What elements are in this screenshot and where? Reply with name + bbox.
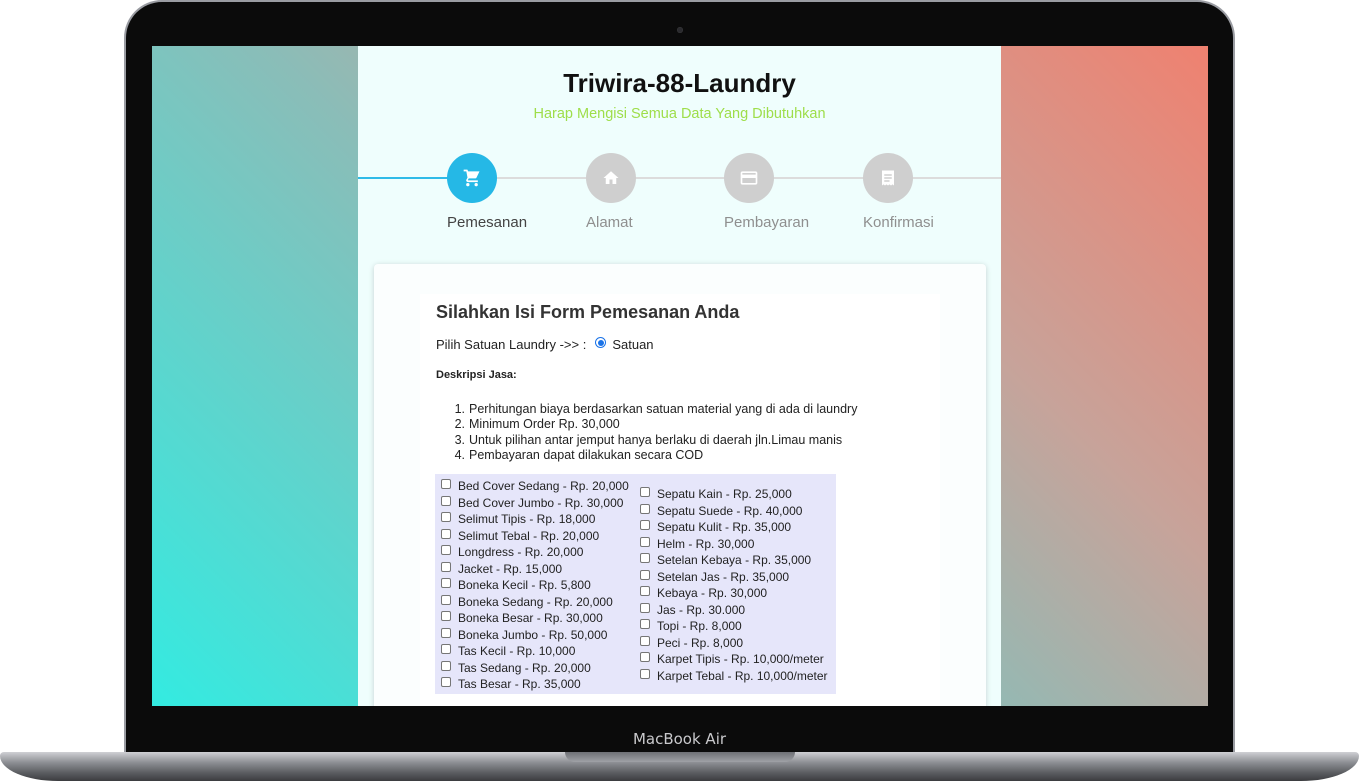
rule-item: 3. Untuk pilihan antar jemput hanya berla… — [454, 432, 843, 447]
home-icon — [603, 171, 619, 184]
item-checkbox-row[interactable]: Karpet Tebal - Rp. 10,000/meter — [640, 668, 828, 685]
step-label-alamat[interactable]: Alamat — [586, 214, 633, 231]
items-column-right: Sepatu Kain - Rp. 25,000 Sepatu Suede - … — [640, 486, 828, 684]
checkbox[interactable] — [640, 520, 650, 531]
site-subtitle: Harap Mengisi Semua Data Yang Dibutuhkan — [533, 106, 826, 122]
step-alamat[interactable] — [586, 153, 636, 203]
item-checkbox-row[interactable]: Selimut Tebal - Rp. 20,000 — [441, 528, 629, 545]
checkbox[interactable] — [441, 594, 451, 605]
item-checkbox-row[interactable]: Bed Cover Sedang - Rp. 20,000 — [441, 478, 629, 495]
checkbox[interactable] — [640, 586, 650, 597]
checkbox[interactable] — [441, 611, 451, 622]
step-pembayaran[interactable] — [724, 153, 774, 203]
item-checkbox-row[interactable]: Sepatu Kain - Rp. 25,000 — [640, 486, 828, 503]
checkbox[interactable] — [441, 660, 451, 671]
checkbox[interactable] — [640, 619, 650, 630]
unit-radio-satuan[interactable] — [595, 337, 607, 348]
item-checkbox-row[interactable]: Topi - Rp. 8,000 — [640, 618, 828, 635]
form-title: Silahkan Isi Form Pemesanan Anda — [436, 302, 740, 322]
checkbox[interactable] — [441, 578, 451, 589]
site-title: Triwira-88-Laundry — [563, 68, 796, 98]
item-checkbox-row[interactable]: Helm - Rp. 30,000 — [640, 536, 828, 553]
checkbox[interactable] — [441, 528, 451, 539]
checkbox[interactable] — [640, 652, 650, 663]
items-column-left: Bed Cover Sedang - Rp. 20,000 Bed Cover … — [441, 478, 629, 693]
screen: Triwira-88-Laundry Harap Mengisi Semua D… — [152, 46, 1208, 706]
item-checkbox-row[interactable]: Selimut Tipis - Rp. 18,000 — [441, 511, 629, 528]
item-checkbox-row[interactable]: Boneka Besar - Rp. 30,000 — [441, 610, 629, 627]
cart-icon — [463, 169, 480, 187]
checkbox[interactable] — [640, 569, 650, 580]
checkbox[interactable] — [441, 561, 451, 572]
item-checkbox-row[interactable]: Jas - Rp. 30.000 — [640, 602, 828, 619]
item-checkbox-row[interactable]: Boneka Jumbo - Rp. 50,000 — [441, 627, 629, 644]
checkbox[interactable] — [441, 512, 451, 523]
item-checkbox-row[interactable]: Sepatu Kulit - Rp. 35,000 — [640, 519, 828, 536]
step-label-pembayaran[interactable]: Pembayaran — [724, 214, 809, 231]
item-checkbox-row[interactable]: Setelan Jas - Rp. 35,000 — [640, 569, 828, 586]
service-description-label: Deskripsi Jasa: — [436, 369, 517, 381]
laptop-opening-notch — [565, 752, 795, 762]
item-checkbox-row[interactable]: Tas Kecil - Rp. 10,000 — [441, 643, 629, 660]
checkbox[interactable] — [640, 487, 650, 498]
item-checkbox-row[interactable]: Boneka Sedang - Rp. 20,000 — [441, 594, 629, 611]
item-checkbox-row[interactable]: Tas Besar - Rp. 35,000 — [441, 676, 629, 693]
rule-item: 1. Perhitungan biaya berdasarkan satuan m… — [454, 402, 858, 416]
radio-selected-dot — [597, 339, 604, 346]
item-checkbox-row[interactable]: Setelan Kebaya - Rp. 35,000 — [640, 552, 828, 569]
item-checkbox-row[interactable]: Karpet Tipis - Rp. 10,000/meter — [640, 651, 828, 668]
checkbox[interactable] — [640, 602, 650, 613]
progress-track-done — [358, 177, 453, 179]
order-form-card: Silahkan Isi Form Pemesanan Anda Pilih S… — [374, 264, 986, 706]
item-checkbox-row[interactable]: Boneka Kecil - Rp. 5,800 — [441, 577, 629, 594]
rule-item: 2. Minimum Order Rp. 30,000 — [454, 417, 620, 432]
checkbox[interactable] — [441, 479, 451, 490]
laptop-brand-label: MacBook Air — [632, 730, 727, 748]
service-rules-list: 1. Perhitungan biaya berdasarkan satuan m… — [436, 402, 858, 463]
item-checkbox-row[interactable]: Bed Cover Jumbo - Rp. 30,000 — [441, 495, 629, 512]
item-checkbox-row[interactable]: Longdress - Rp. 20,000 — [441, 544, 629, 561]
camera-dot — [677, 27, 683, 33]
checkbox[interactable] — [441, 495, 451, 506]
item-checkbox-row[interactable]: Sepatu Suede - Rp. 40,000 — [640, 503, 828, 520]
unit-label: Pilih Satuan Laundry ->> : — [436, 337, 587, 352]
credit-card-icon — [740, 171, 758, 185]
unit-selector: Pilih Satuan Laundry ->> : Satuan — [436, 337, 654, 352]
laundry-items-box: Bed Cover Sedang - Rp. 20,000 Bed Cover … — [435, 474, 836, 694]
checkbox[interactable] — [441, 627, 451, 638]
item-checkbox-row[interactable]: Jacket - Rp. 15,000 — [441, 561, 629, 578]
checkbox[interactable] — [640, 668, 650, 679]
step-pemesanan[interactable] — [447, 153, 497, 203]
checkbox[interactable] — [441, 545, 451, 556]
checkbox[interactable] — [640, 503, 650, 514]
order-page: Triwira-88-Laundry Harap Mengisi Semua D… — [358, 46, 1001, 706]
checkbox[interactable] — [640, 553, 650, 564]
step-konfirmasi[interactable] — [863, 153, 913, 203]
rule-item: 4. Pembayaran dapat dilakukan secara COD — [454, 447, 704, 462]
item-checkbox-row[interactable]: Kebaya - Rp. 30,000 — [640, 585, 828, 602]
step-label-pemesanan[interactable]: Pemesanan — [447, 214, 527, 231]
checkbox[interactable] — [640, 635, 650, 646]
unit-option-label[interactable]: Satuan — [612, 337, 653, 352]
checkbox[interactable] — [441, 677, 451, 688]
item-checkbox-row[interactable]: Tas Sedang - Rp. 20,000 — [441, 660, 629, 677]
checkbox[interactable] — [640, 536, 650, 547]
checkbox[interactable] — [441, 644, 451, 655]
step-label-konfirmasi[interactable]: Konfirmasi — [863, 214, 934, 231]
item-checkbox-row[interactable]: Peci - Rp. 8,000 — [640, 635, 828, 652]
order-form: Silahkan Isi Form Pemesanan Anda Pilih S… — [420, 294, 940, 706]
receipt-icon — [882, 170, 894, 186]
